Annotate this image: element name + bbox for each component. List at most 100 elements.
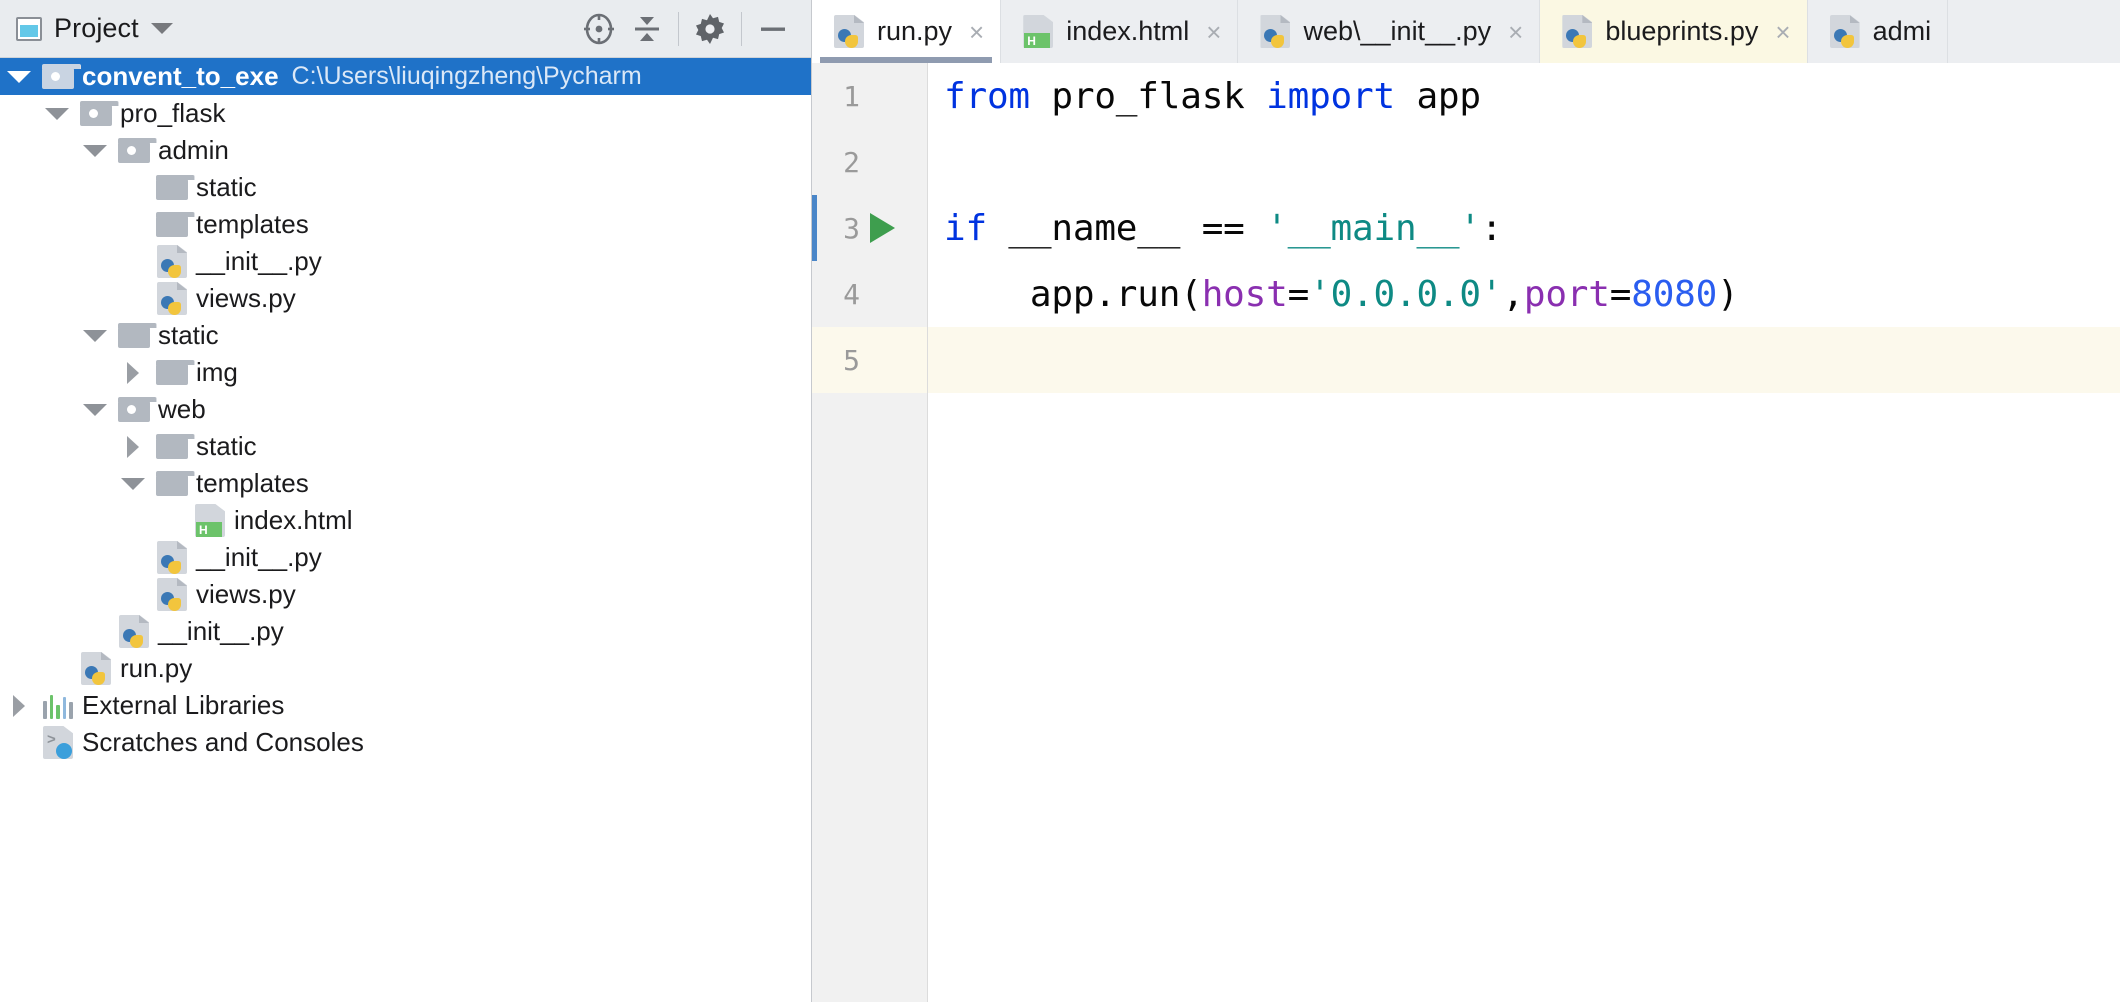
tree-row[interactable]: static [0,169,811,206]
tab-file-icon [834,15,864,48]
tree-row[interactable]: static [0,428,811,465]
gutter-line[interactable]: 3 [812,195,927,261]
chevron-down-icon[interactable] [114,478,152,490]
close-icon[interactable]: × [1504,19,1523,45]
assign-1: = [1288,274,1309,315]
editor-tab[interactable]: run.py× [812,0,1001,63]
tree-row[interactable]: templates [0,465,811,502]
editor-tab-strip[interactable]: run.py×Hindex.html×web\__init__.py×bluep… [812,0,2120,63]
gutter-line[interactable]: 1 [812,63,927,129]
tree-row[interactable]: views.py [0,576,811,613]
tree-row[interactable]: static [0,317,811,354]
gutter-line[interactable]: 5 [812,327,927,393]
chevron-down-icon[interactable] [151,23,173,34]
editor-tab[interactable]: blueprints.py × [1540,0,1807,63]
collapse-all-icon[interactable] [623,0,671,57]
code-area[interactable]: from pro_flask import app if __name__ ==… [928,63,2120,1002]
chevron-down-icon[interactable] [76,404,114,416]
chevron-down-icon[interactable] [38,108,76,120]
python-file-icon [157,245,187,278]
chevron-down-icon[interactable] [7,71,31,83]
tree-row[interactable]: pro_flask [0,95,811,132]
minimize-icon[interactable] [749,0,797,57]
project-panel-title: Project [54,13,139,44]
close-icon[interactable]: × [1771,19,1790,45]
folder-icon [118,323,150,348]
tree-node-label: static [192,172,257,203]
imported-name: app [1395,76,1481,117]
chevron-down-icon[interactable] [0,71,38,83]
tree-row[interactable]: __init__.py [0,539,811,576]
chevron-right-icon[interactable] [114,362,152,384]
chevron-down-icon[interactable] [76,330,114,342]
folder-icon [156,471,188,496]
chevron-down-icon[interactable] [121,478,145,490]
tree-node-label: views.py [192,283,296,314]
tab-label: web\__init__.py [1303,16,1491,47]
editor-tab[interactable]: admi [1808,0,1949,63]
tree-row[interactable]: __init__.py [0,613,811,650]
tree-node-icon-slot: H [190,504,230,537]
tree-row[interactable]: templates [0,206,811,243]
tree-row[interactable]: views.py [0,280,811,317]
python-file-icon [1260,15,1290,48]
python-file-icon [1562,15,1592,48]
close-icon[interactable]: × [1202,19,1221,45]
tree-node-label: Scratches and Consoles [78,727,364,758]
project-window-icon [16,17,42,41]
tree-row[interactable]: admin [0,132,811,169]
tree-row[interactable]: External Libraries [0,687,811,724]
equality-operator: == [1202,208,1266,249]
tab-file-icon [1830,15,1860,48]
code-line-2 [928,129,2120,195]
chevron-right-icon[interactable] [0,695,38,717]
tree-node-label: static [192,431,257,462]
chevron-down-icon[interactable] [83,145,107,157]
tree-row[interactable]: >Scratches and Consoles [0,724,811,761]
chevron-down-icon[interactable] [76,145,114,157]
tree-row[interactable]: run.py [0,650,811,687]
chevron-right-icon[interactable] [114,436,152,458]
kwarg-host: host [1202,274,1288,315]
chevron-right-icon[interactable] [127,362,139,384]
chevron-right-icon[interactable] [127,436,139,458]
tab-label: blueprints.py [1605,16,1758,47]
chevron-down-icon[interactable] [83,404,107,416]
folder-icon [156,175,188,200]
run-play-icon[interactable] [870,213,895,243]
host-value: '0.0.0.0' [1309,274,1502,315]
tree-row[interactable]: Hindex.html [0,502,811,539]
tree-row[interactable]: convent_to_exeC:\Users\liuqingzheng\Pych… [0,58,811,95]
tree-row[interactable]: img [0,354,811,391]
tree-node-icon-slot [152,360,192,385]
tree-node-label: index.html [230,505,353,536]
project-tree[interactable]: convent_to_exeC:\Users\liuqingzheng\Pych… [0,58,811,1002]
tab-file-icon [1562,15,1592,48]
editor-tab[interactable]: web\__init__.py × [1238,0,1540,63]
gutter-line[interactable]: 2 [812,129,927,195]
tree-node-label: __init__.py [192,246,322,277]
tree-node-label: pro_flask [116,98,226,129]
dunder-name: __name__ [987,208,1202,249]
chevron-down-icon[interactable] [45,108,69,120]
chevron-right-icon[interactable] [13,695,25,717]
keyword-if: if [944,208,987,249]
tree-row[interactable]: web [0,391,811,428]
python-file-icon [157,578,187,611]
gutter-line[interactable]: 4 [812,261,927,327]
toolbar-divider [678,12,679,46]
editor-tab[interactable]: Hindex.html× [1001,0,1238,63]
code-line-5 [928,327,2120,393]
tree-row[interactable]: __init__.py [0,243,811,280]
close-icon[interactable]: × [965,19,984,45]
tree-node-label: __init__.py [192,542,322,573]
folder-source-icon [42,64,74,89]
chevron-down-icon[interactable] [83,330,107,342]
line-number: 4 [812,278,860,311]
editor-gutter[interactable]: 123 4 5 [812,63,928,1002]
folder-icon [156,360,188,385]
project-panel-title-group[interactable]: Project [16,13,173,44]
editor-pane: run.py×Hindex.html×web\__init__.py×bluep… [812,0,2120,1002]
gear-icon[interactable] [686,0,734,57]
locate-in-tree-icon[interactable] [575,0,623,57]
